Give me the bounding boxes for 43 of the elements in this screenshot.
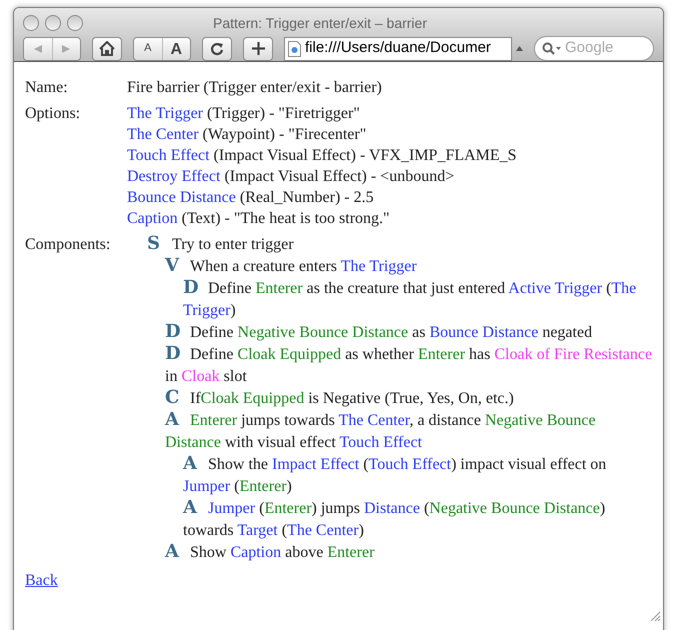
back-forward-button[interactable] (23, 36, 81, 60)
page-icon (288, 40, 301, 56)
field-label: Components: (25, 235, 112, 255)
component-line: V When a creature enters The Trigger (164, 256, 418, 278)
back-link[interactable]: Back (25, 569, 58, 593)
close-button[interactable] (23, 15, 39, 31)
option-line: The Trigger (Trigger) - "Firetrigger" (127, 104, 360, 124)
search-field[interactable]: Google (534, 36, 654, 61)
component-line: A Show the Impact Effect (Touch Effect) impact visual effect on Jumper (Enterer) (182, 454, 608, 497)
caret-icon (516, 46, 523, 51)
option-line: Bounce Distance (Real_Number) - 2.5 (127, 188, 374, 208)
reload-button[interactable] (202, 36, 232, 60)
window-title: Pattern: Trigger enter/exit – barrier (213, 14, 427, 33)
component-line: A Enterer jumps towards The Center, a distance Negative Bounce Distance with visual effect Touch Effect (164, 410, 597, 453)
component-line: S Try to enter trigger (147, 234, 295, 256)
address-text: file:///Users/duane/Documer (305, 38, 491, 58)
component-line: A Jumper (Enterer) jumps Distance (Negative Bounce Distance) towards Target (The Center) (182, 498, 606, 541)
option-line: The Center (Waypoint) - "Firecenter" (127, 125, 366, 145)
name-value: Fire barrier (Trigger enter/exit - barrier) (127, 78, 382, 98)
component-line: D Define Enterer as the creature that just entered Active Trigger (The Trigger) (182, 278, 638, 321)
add-bookmark-button[interactable] (243, 36, 273, 60)
plus-icon (252, 42, 264, 55)
component-line: A Show Caption above Enterer (164, 542, 376, 564)
zoom-button[interactable] (67, 15, 83, 31)
back-arrow-icon (32, 44, 43, 54)
search-icon (542, 42, 562, 56)
larger-text-button[interactable]: A (162, 38, 190, 60)
address-field[interactable]: file:///Users/duane/Documer (284, 36, 512, 60)
minimize-button[interactable] (45, 15, 61, 31)
component-line: C IfCloak Equipped is Negative (True, Yes, On, etc.) (164, 388, 515, 410)
option-line: Caption (Text) - "The heat is too strong." (127, 209, 390, 229)
component-line: D Define Negative Bounce Distance as Bounce Distance negated (164, 322, 594, 344)
option-line: Touch Effect (Impact Visual Effect) - VFX_IMP_FLAME_S (127, 146, 517, 166)
reload-icon (210, 42, 224, 56)
field-label: Options: (25, 104, 80, 124)
search-input[interactable]: Google (565, 37, 645, 60)
resize-grip-icon (649, 610, 661, 622)
home-button[interactable] (92, 36, 122, 60)
house-icon (99, 41, 115, 56)
forward-arrow-icon (61, 44, 72, 54)
option-line: Destroy Effect (Impact Visual Effect) - <unbound> (127, 167, 454, 187)
smaller-text-button[interactable]: A (134, 38, 162, 60)
field-label: Name: (25, 78, 68, 98)
